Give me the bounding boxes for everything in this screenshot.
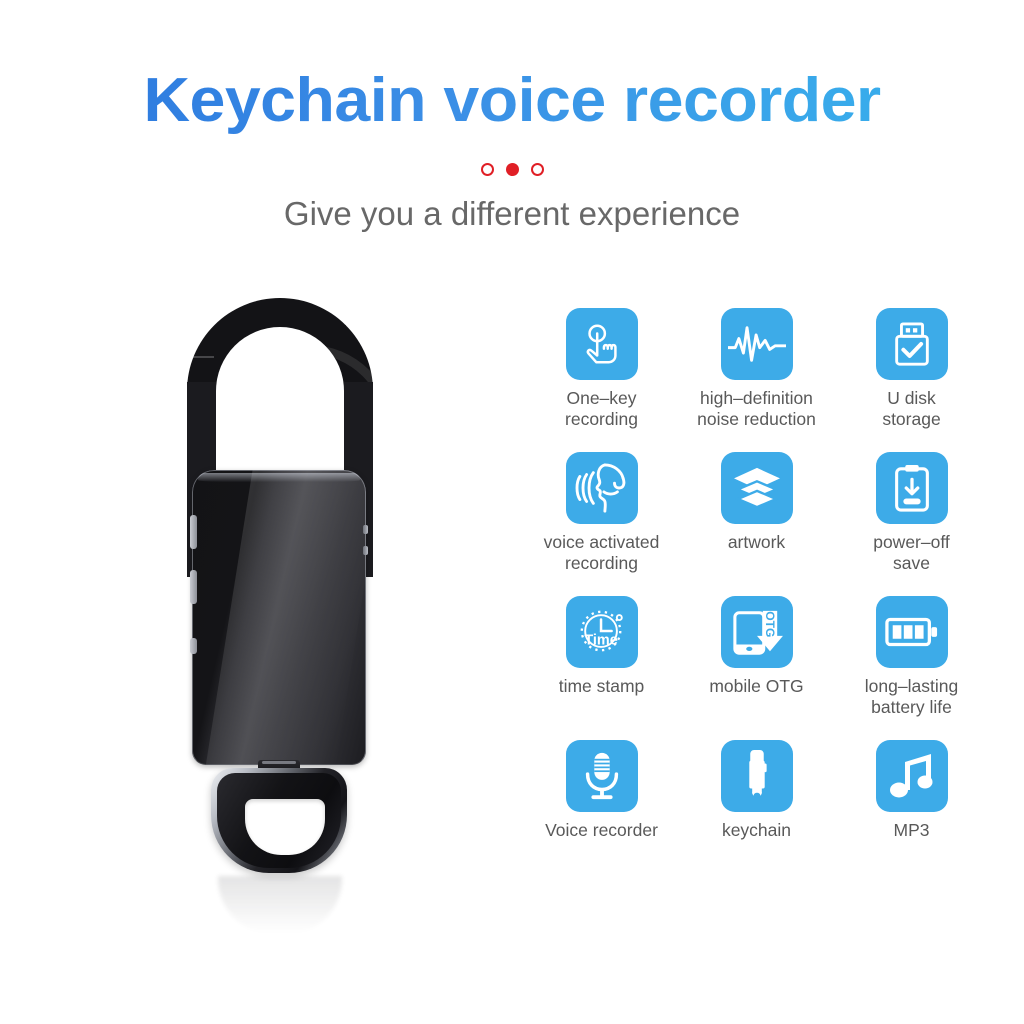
d-ring-inner <box>217 773 341 868</box>
feature-label: keychain <box>721 820 792 840</box>
feature-one-key-recording[interactable]: One–key recording <box>524 308 679 430</box>
d-ring-hole <box>245 799 325 855</box>
mobile-otg-icon: OTG <box>720 596 793 668</box>
page-subtitle: Give you a different experience <box>283 195 741 232</box>
feature-battery-life[interactable]: long–lasting battery life <box>834 596 989 718</box>
power-off-save-icon <box>875 452 948 524</box>
side-button-record <box>190 515 197 549</box>
dot-2 <box>505 163 519 176</box>
body-chrome-rim <box>192 470 366 765</box>
dot-3 <box>530 163 544 176</box>
feature-noise-reduction[interactable]: high–definition noise reduction <box>679 308 834 430</box>
feature-keychain[interactable]: keychain <box>679 740 834 841</box>
feature-label: mobile OTG <box>709 676 804 696</box>
feature-label: artwork <box>727 532 786 552</box>
d-ring <box>211 768 347 873</box>
feature-row: voice activated recording artwork power–… <box>524 452 994 574</box>
feature-label: power–off save <box>873 532 950 573</box>
feature-time-stamp[interactable]: Time time stamp <box>524 596 679 718</box>
feature-label: long–lasting battery life <box>864 676 959 717</box>
waveform-icon <box>720 308 793 380</box>
feature-label: One–key recording <box>565 388 638 429</box>
feature-u-disk-storage[interactable]: U disk storage <box>834 308 989 430</box>
product-photo <box>150 290 440 934</box>
feature-row: One–key recording high–definition noise … <box>524 308 994 430</box>
hook-highlight <box>224 345 394 435</box>
page-title: Keychain voice recorder <box>0 64 1024 138</box>
time-stamp-clock-icon: Time <box>565 596 638 668</box>
feature-power-off-save[interactable]: power–off save <box>834 452 989 574</box>
keychain-device-icon <box>720 740 793 812</box>
otg-icon-text: OTG <box>763 611 777 637</box>
dot-separator <box>0 163 1024 176</box>
clock-icon-text: Time <box>584 633 617 649</box>
feature-mp3[interactable]: MP3 <box>834 740 989 841</box>
hook-seam <box>188 356 214 358</box>
battery-full-icon <box>875 596 948 668</box>
feature-row: Time time stamp OTG mobile OTG long–last… <box>524 596 994 718</box>
microphone-icon <box>565 740 638 812</box>
feature-label: Voice recorder <box>545 820 658 840</box>
side-button-mode <box>190 570 197 604</box>
feature-label: MP3 <box>893 820 930 840</box>
side-button-power <box>190 638 197 654</box>
feature-artwork[interactable]: artwork <box>679 452 834 574</box>
feature-row: Voice recorder keychain MP3 <box>524 740 994 841</box>
dot-1 <box>480 163 494 176</box>
feature-label: U disk storage <box>882 388 941 429</box>
one-key-tap-icon <box>565 308 638 380</box>
layers-icon <box>720 452 793 524</box>
feature-label: time stamp <box>558 676 645 696</box>
feature-label: voice activated recording <box>543 532 660 573</box>
feature-label: high–definition noise reduction <box>697 388 816 429</box>
feature-grid: One–key recording high–definition noise … <box>524 308 994 863</box>
microphone-port <box>363 546 368 555</box>
status-led <box>363 525 368 534</box>
feature-mobile-otg[interactable]: OTG mobile OTG <box>679 596 834 718</box>
feature-voice-recorder[interactable]: Voice recorder <box>524 740 679 841</box>
feature-voice-activated-recording[interactable]: voice activated recording <box>524 452 679 574</box>
recorder-body <box>192 470 366 765</box>
music-note-icon <box>875 740 948 812</box>
voice-activated-icon <box>565 452 638 524</box>
product-reflection <box>218 876 342 934</box>
usb-drive-check-icon <box>875 308 948 380</box>
